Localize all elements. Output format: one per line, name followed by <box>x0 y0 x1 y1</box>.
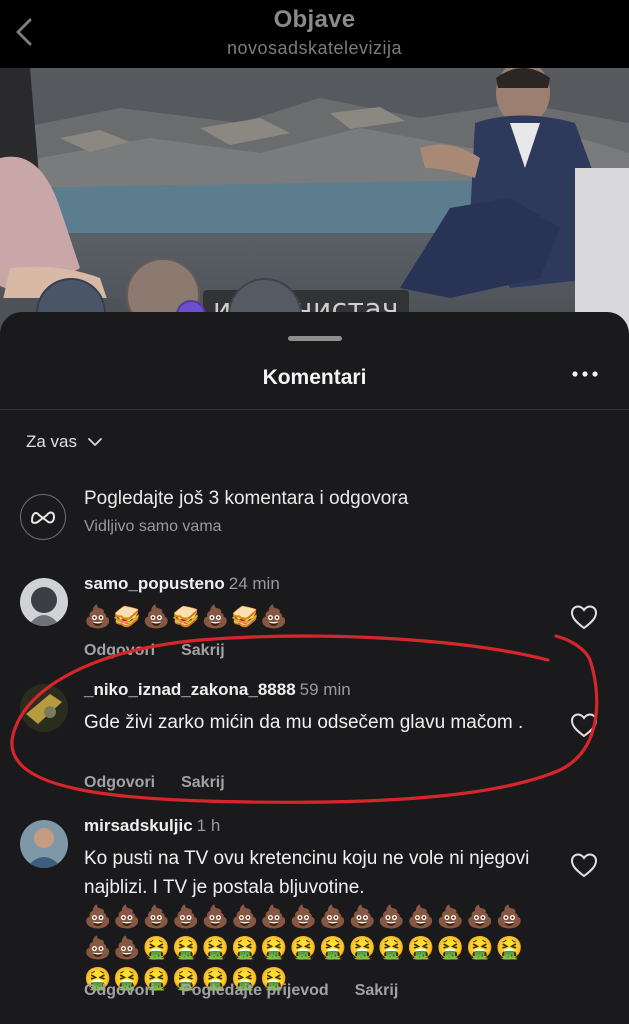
comment-username[interactable]: mirsadskuljic <box>84 816 193 835</box>
user-avatar-image <box>20 820 68 868</box>
comment-username[interactable]: samo_popusteno <box>84 574 225 593</box>
hide-button[interactable]: Sakrij <box>355 982 399 1000</box>
user-avatar-image <box>20 684 68 732</box>
comment-actions: Odgovori Sakrij <box>84 642 225 660</box>
reply-button[interactable]: Odgovori <box>84 982 155 1000</box>
notice-title: Pogledajte još 3 komentara i odgovora <box>84 488 409 509</box>
meta-logo-icon <box>30 511 56 524</box>
reply-button[interactable]: Odgovori <box>84 642 155 660</box>
heart-icon <box>570 853 598 878</box>
hidden-comments-notice[interactable]: Pogledajte još 3 komentara i odgovora Vi… <box>20 488 620 548</box>
sheet-divider <box>0 409 629 410</box>
comment-text: Ko pusti na TV ovu kretencinu koju ne vo… <box>84 844 554 995</box>
video-background[interactable]: и пречистач <box>0 68 629 348</box>
avatar[interactable] <box>20 684 68 732</box>
avatar[interactable] <box>20 820 68 868</box>
comment-actions: Odgovori Sakrij <box>84 774 225 792</box>
hide-button[interactable]: Sakrij <box>181 774 225 792</box>
avatar[interactable] <box>20 578 68 626</box>
comment-header: _niko_iznad_zakona_8888 59 min <box>84 680 351 700</box>
comment-actions: Odgovori Pogledajte prijevod Sakrij <box>84 982 398 1000</box>
comment-item: samo_popusteno 24 min 💩🥪💩🥪💩🥪💩 Odgovori Sa… <box>20 574 620 674</box>
like-button[interactable] <box>570 852 598 878</box>
more-options-button[interactable] <box>570 364 600 384</box>
more-horizontal-icon <box>572 371 598 377</box>
comment-timestamp: 24 min <box>228 574 280 593</box>
meta-logo-badge <box>20 494 66 540</box>
translate-button[interactable]: Pogledajte prijevod <box>181 982 329 1000</box>
filter-label: Za vas <box>26 432 78 451</box>
notice-subtitle: Vidljivo samo vama <box>84 518 222 535</box>
account-name[interactable]: novosadskatelevizija <box>0 38 629 59</box>
heart-icon <box>570 605 598 630</box>
comment-item: mirsadskuljic 1 h Ko pusti na TV ovu kret… <box>20 816 620 1016</box>
comment-timestamp: 59 min <box>299 680 351 699</box>
chevron-down-icon <box>88 438 102 446</box>
reply-button[interactable]: Odgovori <box>84 774 155 792</box>
sheet-title: Komentari <box>262 366 367 389</box>
comments-sheet: Komentari Za vas Pogledajte još 3 koment… <box>0 312 629 1024</box>
hide-button[interactable]: Sakrij <box>181 642 225 660</box>
like-button[interactable] <box>570 604 598 630</box>
sort-filter-dropdown[interactable]: Za vas <box>26 432 103 452</box>
user-avatar-image <box>20 578 68 626</box>
page-title: Objave <box>273 6 356 33</box>
comment-header: mirsadskuljic 1 h <box>84 816 220 836</box>
like-button[interactable] <box>570 712 598 738</box>
comment-message: Ko pusti na TV ovu kretencinu koju ne vo… <box>84 848 530 898</box>
top-bar: Objave novosadskatelevizija <box>0 0 629 68</box>
comment-text: 💩🥪💩🥪💩🥪💩 <box>84 605 290 630</box>
comment-text: Gde živi zarko mićin da mu odsečem glavu… <box>84 712 524 733</box>
comment-header: samo_popusteno 24 min <box>84 574 280 594</box>
sheet-drag-handle[interactable] <box>288 336 342 341</box>
comment-username[interactable]: _niko_iznad_zakona_8888 <box>84 680 296 699</box>
comment-timestamp: 1 h <box>196 816 221 835</box>
comment-item: _niko_iznad_zakona_8888 59 min Gde živi z… <box>20 680 620 800</box>
heart-icon <box>570 713 598 738</box>
